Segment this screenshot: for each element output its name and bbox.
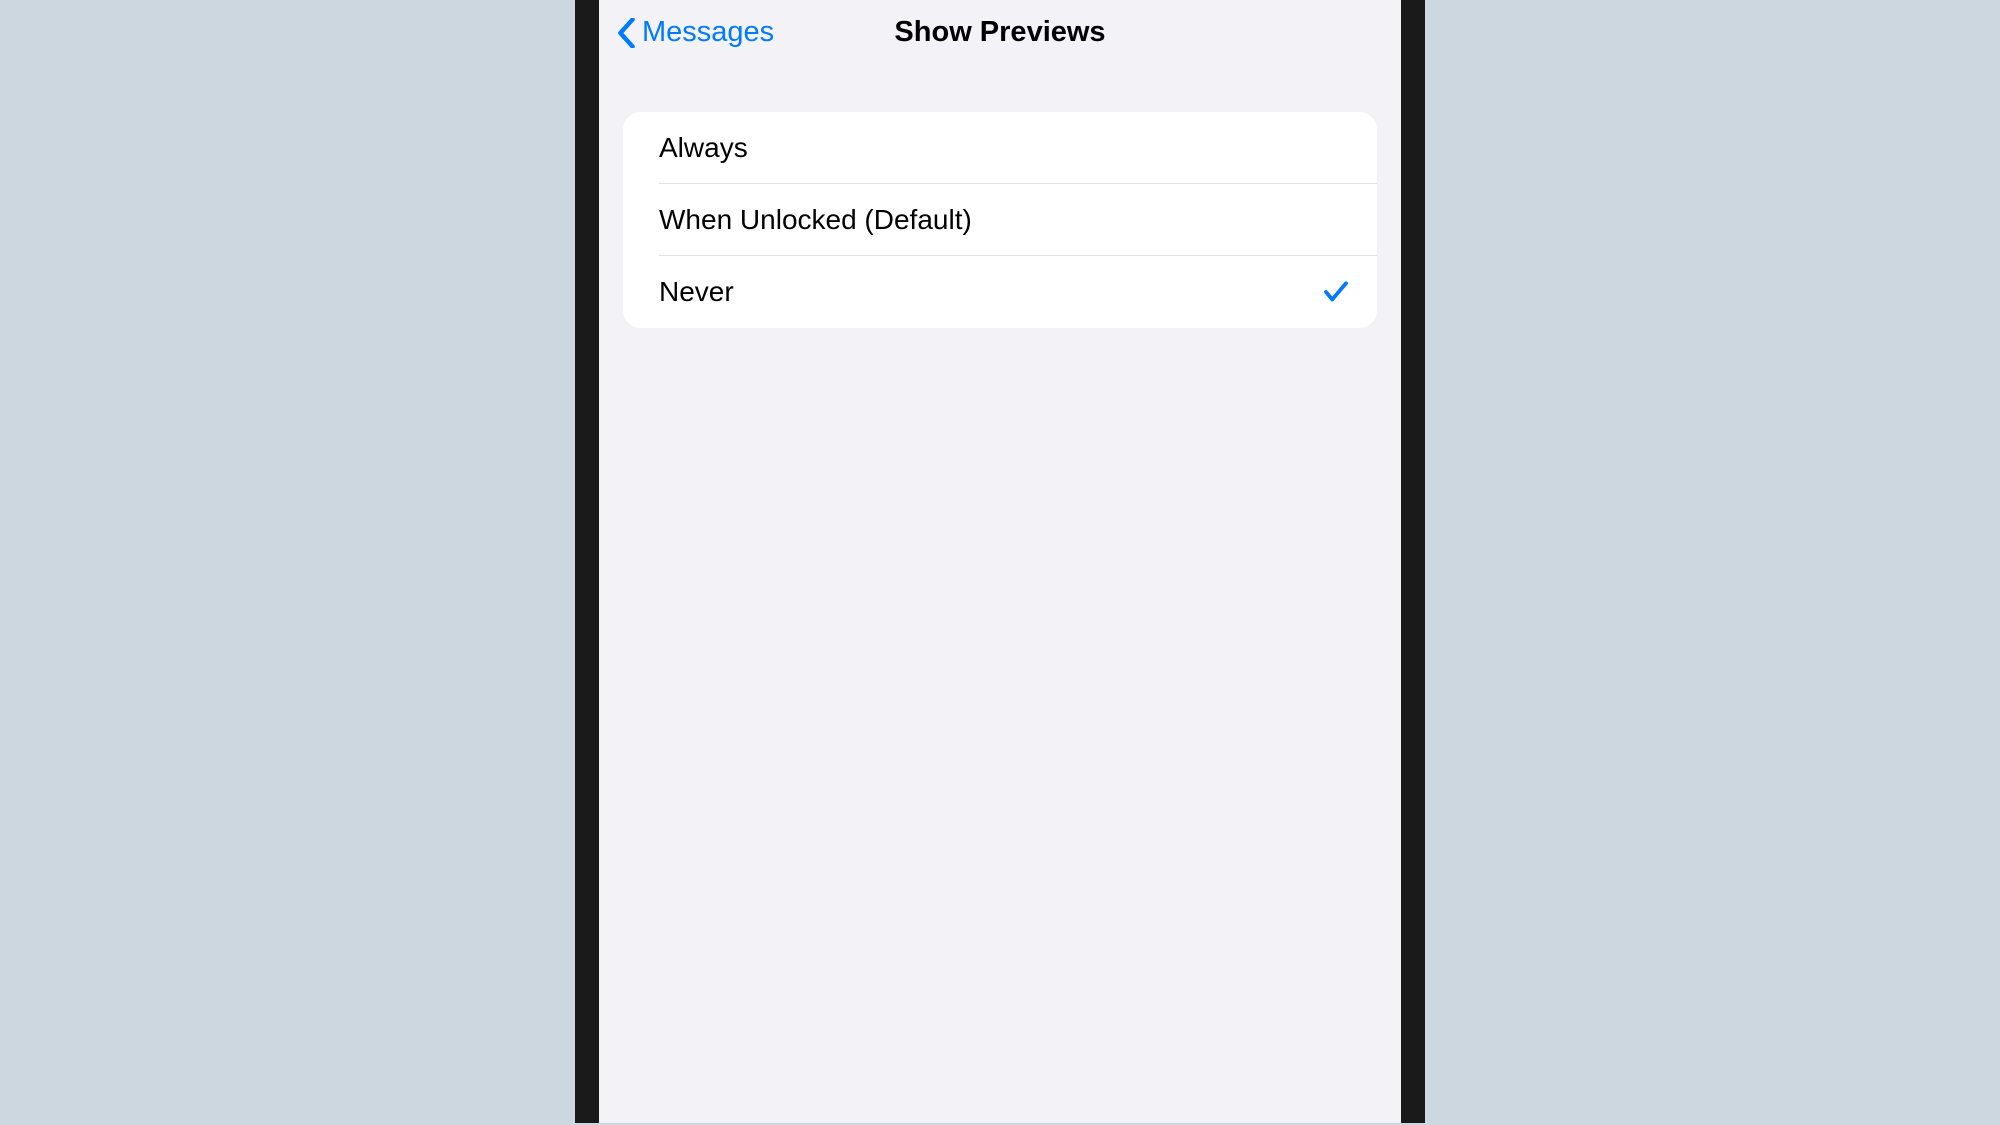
device-frame: Messages Show Previews Always When Un: [575, 0, 1425, 1123]
screen: Messages Show Previews Always When Un: [599, 0, 1401, 1123]
option-label: Always: [659, 132, 748, 164]
content-area: Always When Unlocked (Default): [599, 67, 1401, 328]
option-when-unlocked[interactable]: When Unlocked (Default): [623, 184, 1377, 256]
back-button[interactable]: Messages: [617, 16, 774, 49]
option-label: Never: [659, 276, 734, 308]
option-always[interactable]: Always: [623, 112, 1377, 184]
option-never[interactable]: Never: [623, 256, 1377, 328]
checkmark-icon: [1321, 277, 1351, 307]
chevron-left-icon: [617, 18, 636, 48]
option-label: When Unlocked (Default): [659, 204, 972, 236]
options-group: Always When Unlocked (Default): [623, 112, 1377, 328]
back-label: Messages: [642, 16, 774, 49]
nav-bar: Messages Show Previews: [599, 0, 1401, 67]
